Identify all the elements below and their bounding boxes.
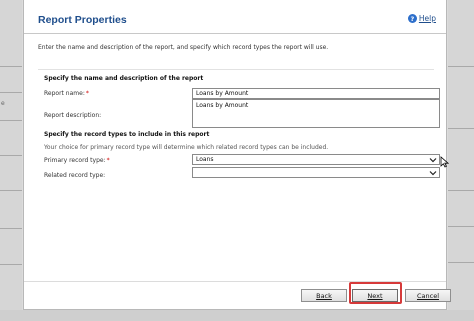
required-marker: * bbox=[106, 157, 110, 164]
chevron-down-icon bbox=[429, 158, 437, 163]
divider bbox=[448, 128, 474, 129]
background-text: e bbox=[1, 100, 5, 107]
help-icon[interactable]: ? bbox=[407, 14, 417, 23]
record-type-hint: Your choice for primary record type will… bbox=[44, 144, 329, 151]
help-link[interactable]: ? Help bbox=[407, 14, 436, 23]
report-name-input[interactable]: Loans by Amount bbox=[192, 88, 440, 99]
divider bbox=[0, 120, 22, 121]
related-record-type-label: Related record type: bbox=[44, 172, 106, 179]
next-button-highlight bbox=[349, 282, 402, 304]
primary-record-type-select[interactable]: Loans bbox=[192, 154, 440, 165]
primary-record-type-label-text: Primary record type: bbox=[44, 157, 106, 164]
cancel-button[interactable]: Cancel bbox=[405, 289, 451, 302]
help-label[interactable]: Help bbox=[419, 14, 436, 23]
background-page-right bbox=[448, 0, 474, 321]
back-button[interactable]: Back bbox=[301, 289, 347, 302]
divider bbox=[448, 262, 474, 263]
section-name-title: Specify the name and description of the … bbox=[44, 75, 204, 82]
header-divider bbox=[24, 33, 446, 34]
intro-text: Enter the name and description of the re… bbox=[38, 44, 329, 51]
background-page-left: e bbox=[0, 0, 22, 321]
related-record-type-select[interactable] bbox=[192, 167, 440, 178]
report-description-textarea[interactable]: Loans by Amount bbox=[192, 99, 440, 128]
divider bbox=[448, 226, 474, 227]
divider bbox=[448, 190, 474, 191]
report-properties-dialog: Report Properties ? Help Enter the name … bbox=[23, 0, 451, 310]
dialog-title: Report Properties bbox=[38, 14, 127, 26]
section-divider bbox=[38, 69, 434, 70]
divider bbox=[0, 190, 22, 191]
section-types-title: Specify the record types to include in t… bbox=[44, 131, 210, 138]
divider bbox=[0, 66, 22, 67]
report-name-label: Report name:* bbox=[44, 90, 89, 97]
report-description-label: Report description: bbox=[44, 112, 102, 119]
divider bbox=[0, 155, 22, 156]
divider bbox=[0, 92, 22, 93]
primary-record-type-label: Primary record type:* bbox=[44, 157, 110, 164]
primary-record-type-value: Loans bbox=[196, 156, 214, 163]
divider bbox=[0, 264, 22, 265]
report-name-label-text: Report name: bbox=[44, 90, 85, 97]
required-marker: * bbox=[85, 90, 89, 97]
chevron-down-icon bbox=[429, 171, 437, 176]
divider bbox=[0, 228, 22, 229]
divider bbox=[448, 66, 474, 67]
mouse-cursor-icon bbox=[440, 156, 449, 168]
background-page-bottom bbox=[0, 310, 474, 321]
